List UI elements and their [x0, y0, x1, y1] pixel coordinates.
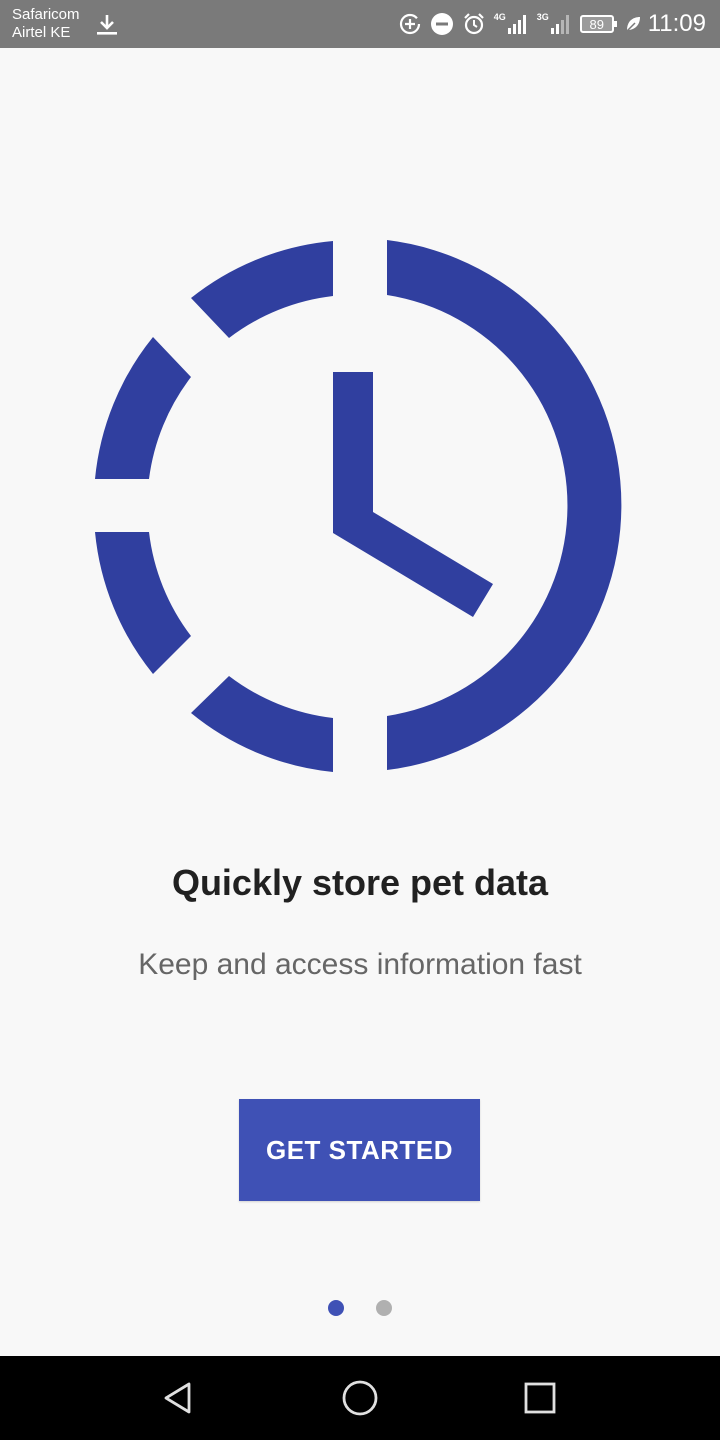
back-button[interactable]: [158, 1376, 202, 1420]
home-button[interactable]: [338, 1376, 382, 1420]
navigation-bar: [0, 1356, 720, 1440]
page-dot-active[interactable]: [328, 1300, 344, 1316]
clock-hands: [333, 372, 493, 617]
back-icon: [164, 1382, 191, 1414]
recents-icon: [524, 1382, 556, 1414]
page-indicator: [0, 1300, 720, 1316]
get-started-button[interactable]: GET STARTED: [239, 1099, 480, 1201]
clock-arc-lower-left: [95, 532, 191, 674]
clock-arc-top: [191, 241, 333, 338]
home-icon: [342, 1380, 378, 1416]
clock-arc-bottom: [191, 676, 333, 772]
onboarding-subtitle: Keep and access information fast: [138, 948, 582, 981]
recents-button[interactable]: [518, 1376, 562, 1420]
clock-arc-upper-left: [95, 337, 191, 479]
clock-arc-right: [387, 240, 622, 770]
page-dot-inactive[interactable]: [376, 1300, 392, 1316]
onboarding-title: Quickly store pet data: [171, 862, 549, 903]
clock-icon: [95, 240, 622, 772]
onboarding-screen: Safaricom Airtel KE 4G 3G 89 11:09 Quick…: [0, 0, 720, 1440]
